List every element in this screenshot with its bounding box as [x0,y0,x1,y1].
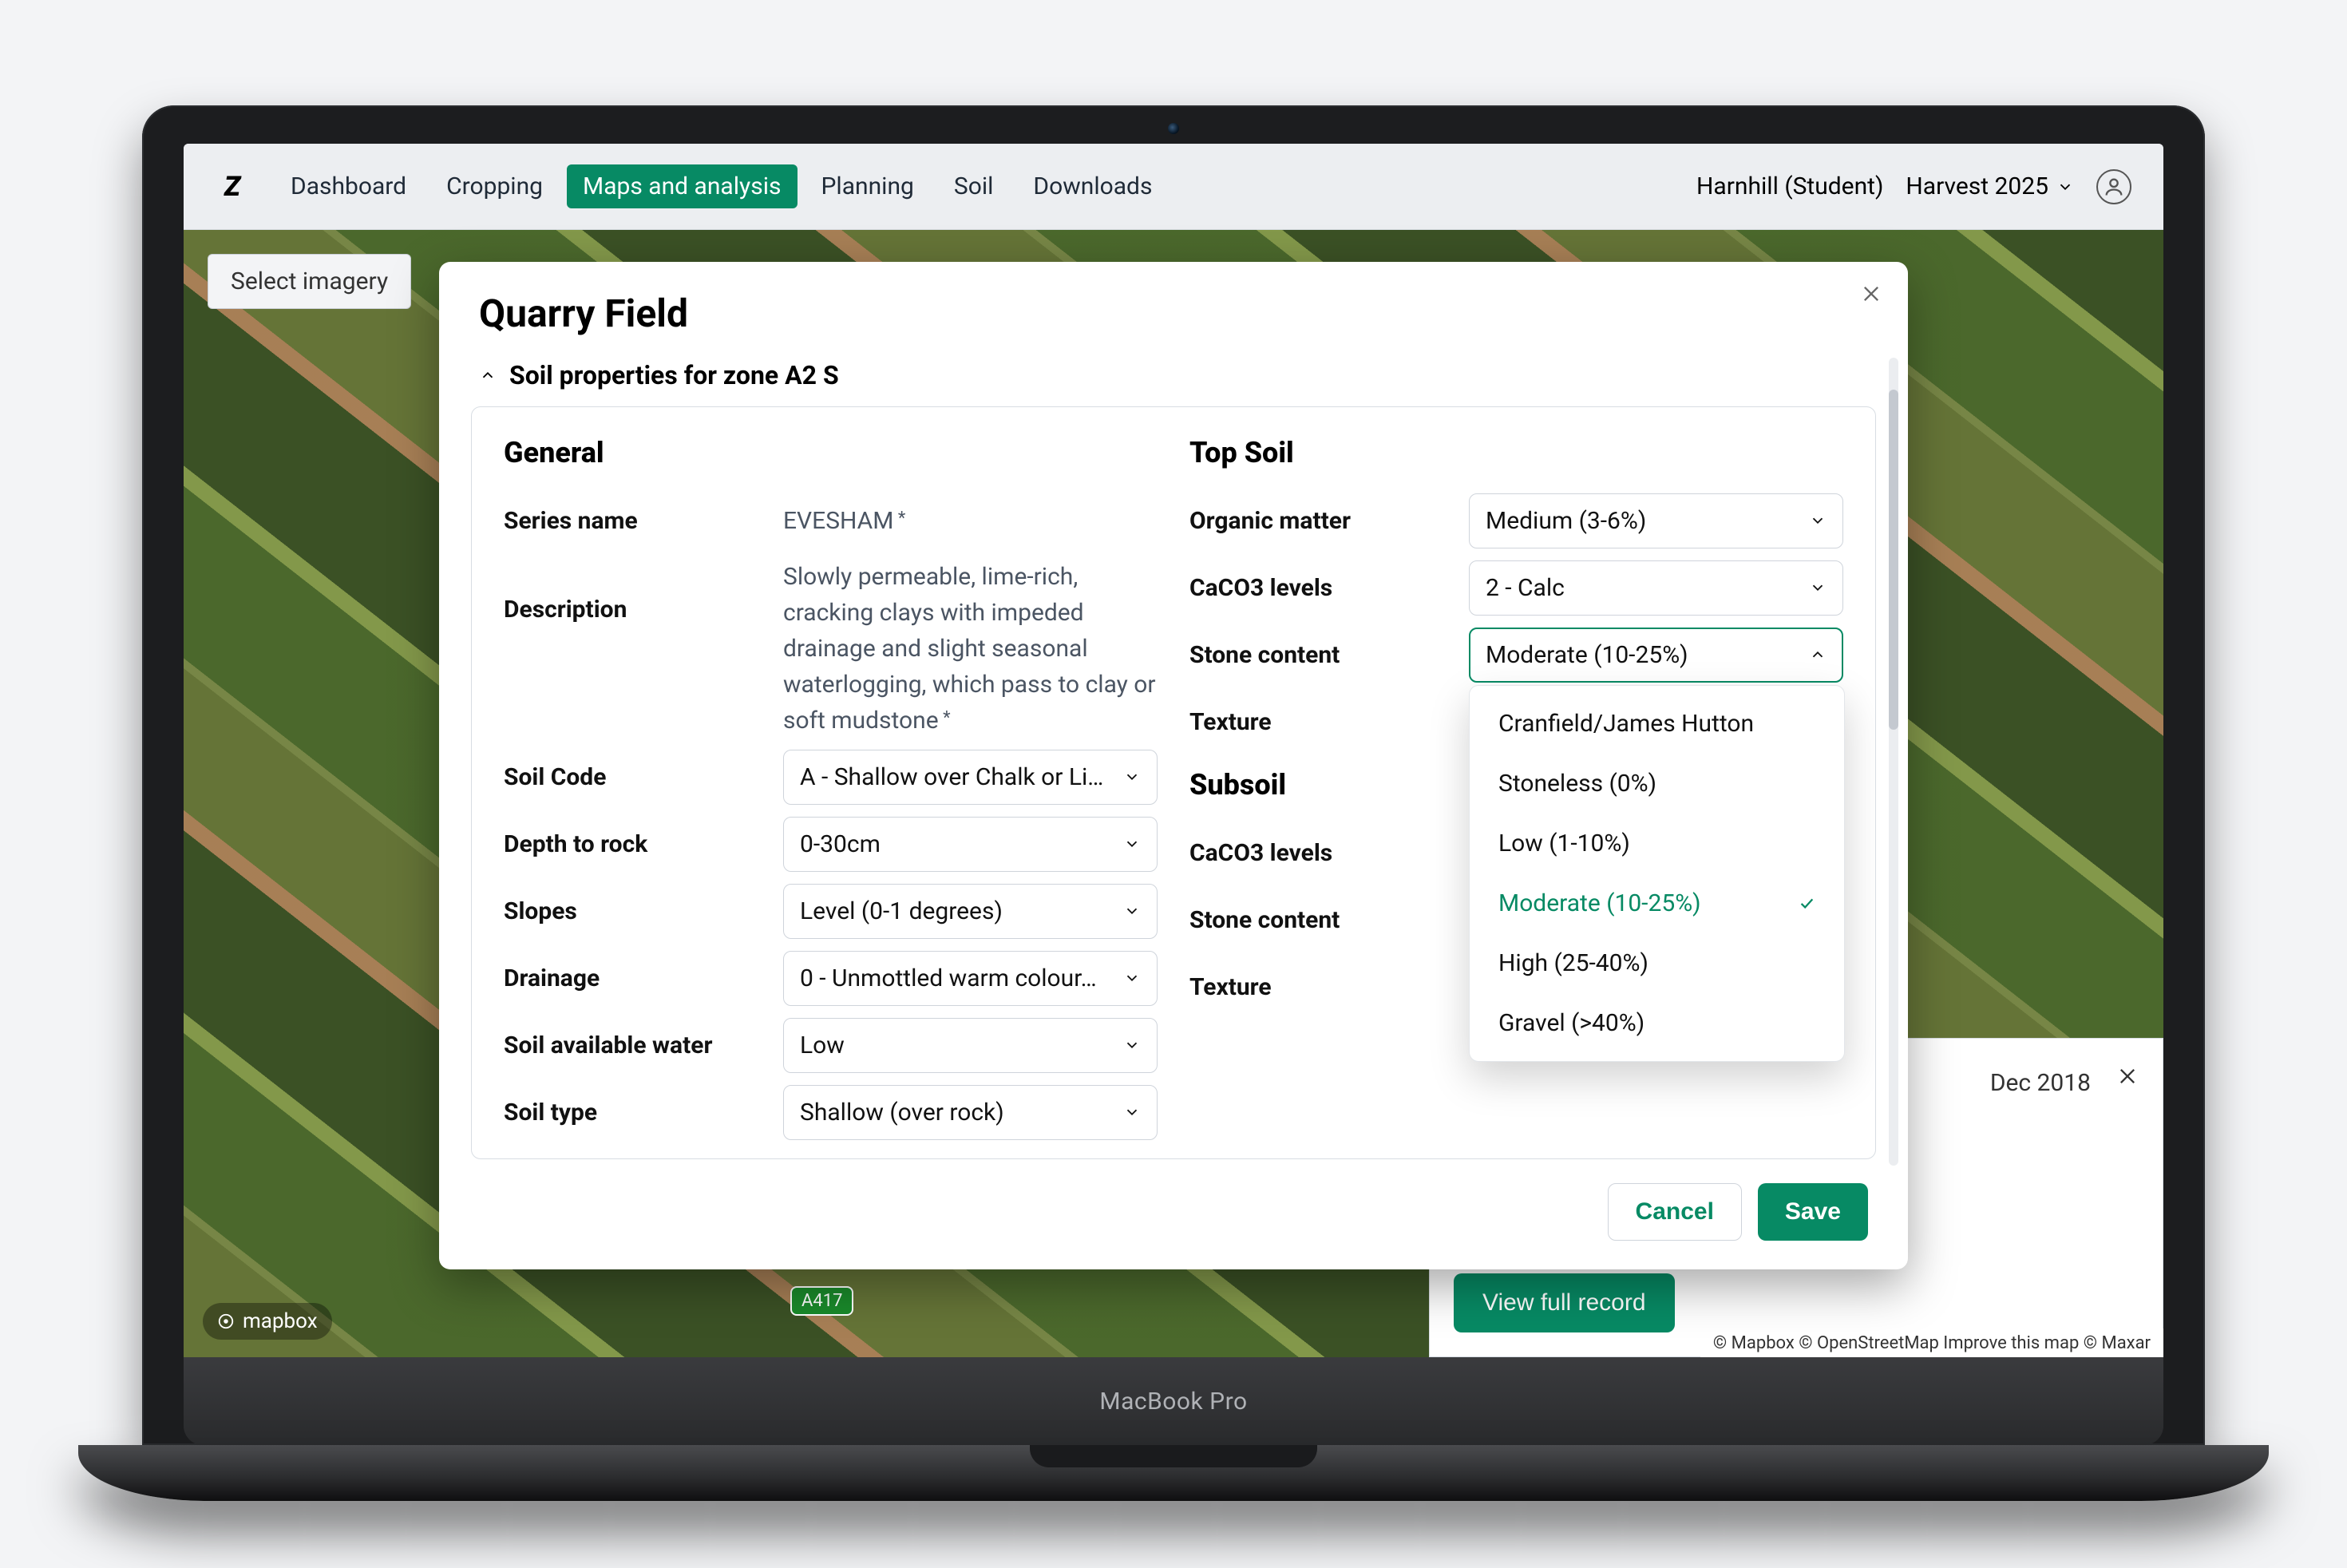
save-button[interactable]: Save [1758,1183,1868,1241]
topsoil-column: Top Soil Organic matter Medium (3-6%) [1189,431,1843,1141]
chevron-down-icon [1123,835,1141,853]
soil-code-value: A - Shallow over Chalk or Li… [800,763,1103,791]
chevron-down-icon [1123,1036,1141,1054]
value-description: Slowly permeable, lime-rich, cracking cl… [783,559,1158,738]
chevron-down-icon [2056,178,2074,196]
soil-type-value: Shallow (over rock) [800,1099,1004,1127]
label-subsoil-caco3: CaCO3 levels [1189,839,1453,867]
chevron-down-icon [1123,1103,1141,1121]
stone-content-dropdown: Cranfield/James Hutton Stoneless (0%) Lo… [1469,685,1845,1062]
check-icon [1798,894,1815,912]
general-heading: General [504,436,1158,469]
scroll-thumb[interactable] [1889,390,1898,729]
chevron-up-icon [1809,646,1827,663]
chevron-down-icon [1123,902,1141,920]
nav-cropping[interactable]: Cropping [430,164,559,208]
label-topsoil-texture: Texture [1189,708,1453,736]
map-area[interactable]: Select imagery A417 mapbox Dec 2018 View… [184,230,2163,1357]
organic-matter-select[interactable]: Medium (3-6%) [1469,493,1843,548]
screen-bezel: Z Dashboard Cropping Maps and analysis P… [142,105,2205,1445]
drainage-value: 0 - Unmottled warm colour… [800,964,1097,992]
section-title: Soil properties for zone A2 S [509,360,839,390]
drainage-select[interactable]: 0 - Unmottled warm colour… [783,951,1158,1006]
season-dropdown[interactable]: Harvest 2025 [1906,172,2074,200]
depth-value: 0-30cm [800,830,881,858]
app-logo[interactable]: Z [216,170,249,204]
topsoil-caco3-value: 2 - Calc [1486,574,1565,602]
stone-option[interactable]: Cranfield/James Hutton [1470,694,1844,754]
stone-option-selected[interactable]: Moderate (10-25%) [1470,873,1844,933]
nav-maps-analysis[interactable]: Maps and analysis [567,164,797,208]
label-depth-to-rock: Depth to rock [504,830,767,858]
laptop-camera [1168,123,1179,134]
cancel-button[interactable]: Cancel [1608,1183,1742,1241]
dialog-title: Quarry Field [439,262,1908,350]
depth-select[interactable]: 0-30cm [783,817,1158,872]
label-subsoil-texture: Texture [1189,973,1453,1001]
organic-matter-value: Medium (3-6%) [1486,507,1646,535]
chevron-up-icon [479,366,497,384]
nav: Dashboard Cropping Maps and analysis Pla… [275,164,1168,208]
soil-properties-dialog: Quarry Field Soil properties for zone A2… [439,262,1908,1269]
farm-name[interactable]: Harnhill (Student) [1696,172,1883,200]
top-right: Harnhill (Student) Harvest 2025 [1696,169,2131,204]
label-slopes: Slopes [504,897,767,925]
label-soil-type: Soil type [504,1099,767,1127]
topsoil-caco3-select[interactable]: 2 - Calc [1469,560,1843,616]
saw-value: Low [800,1031,845,1059]
laptop-model-label: MacBook Pro [1099,1388,1247,1416]
close-icon [1860,283,1882,305]
slopes-select[interactable]: Level (0-1 degrees) [783,884,1158,939]
topsoil-heading: Top Soil [1189,436,1843,469]
chevron-down-icon [1123,768,1141,786]
slopes-value: Level (0-1 degrees) [800,897,1003,925]
stone-option[interactable]: Gravel (>40%) [1470,993,1844,1053]
user-account-button[interactable] [2096,169,2131,204]
soil-code-select[interactable]: A - Shallow over Chalk or Li… [783,750,1158,805]
label-topsoil-caco3: CaCO3 levels [1189,574,1453,602]
stone-option[interactable]: Stoneless (0%) [1470,754,1844,814]
modal-backdrop: Quarry Field Soil properties for zone A2… [184,230,2163,1357]
label-soil-code: Soil Code [504,763,767,791]
stone-content-value: Moderate (10-25%) [1486,641,1688,669]
nav-soil[interactable]: Soil [938,164,1010,208]
label-series-name: Series name [504,507,767,535]
app-screen: Z Dashboard Cropping Maps and analysis P… [184,144,2163,1357]
laptop-frame: Z Dashboard Cropping Maps and analysis P… [104,67,2243,1501]
nav-planning[interactable]: Planning [805,164,930,208]
top-navigation: Z Dashboard Cropping Maps and analysis P… [184,144,2163,230]
dialog-close-button[interactable] [1860,281,1882,311]
section-toggle[interactable]: Soil properties for zone A2 S [439,350,1908,406]
chevron-down-icon [1123,969,1141,987]
dialog-footer: Cancel Save [439,1159,1908,1269]
label-subsoil-stone: Stone content [1189,906,1453,934]
laptop-base [78,1445,2269,1501]
laptop-deck: MacBook Pro [184,1357,2163,1445]
chevron-down-icon [1809,579,1827,596]
label-soil-available-water: Soil available water [504,1031,767,1059]
dialog-body: General Series name EVESHAM * [471,406,1876,1159]
nav-downloads[interactable]: Downloads [1017,164,1168,208]
soil-type-select[interactable]: Shallow (over rock) [783,1085,1158,1140]
label-drainage: Drainage [504,964,767,992]
laptop-notch [1030,1445,1317,1467]
soil-available-water-select[interactable]: Low [783,1018,1158,1073]
nav-dashboard[interactable]: Dashboard [275,164,422,208]
general-column: General Series name EVESHAM * [504,431,1158,1141]
dialog-scrollbar[interactable] [1889,358,1898,1166]
label-description: Description [504,559,767,624]
stone-content-select[interactable]: Moderate (10-25%) [1469,628,1843,683]
stone-option[interactable]: High (25-40%) [1470,933,1844,993]
label-organic-matter: Organic matter [1189,507,1453,535]
stone-option[interactable]: Low (1-10%) [1470,814,1844,873]
season-label: Harvest 2025 [1906,172,2048,200]
chevron-down-icon [1809,512,1827,529]
value-series-name: EVESHAM * [783,503,905,539]
user-icon [2103,176,2125,198]
label-stone-content: Stone content [1189,641,1453,669]
